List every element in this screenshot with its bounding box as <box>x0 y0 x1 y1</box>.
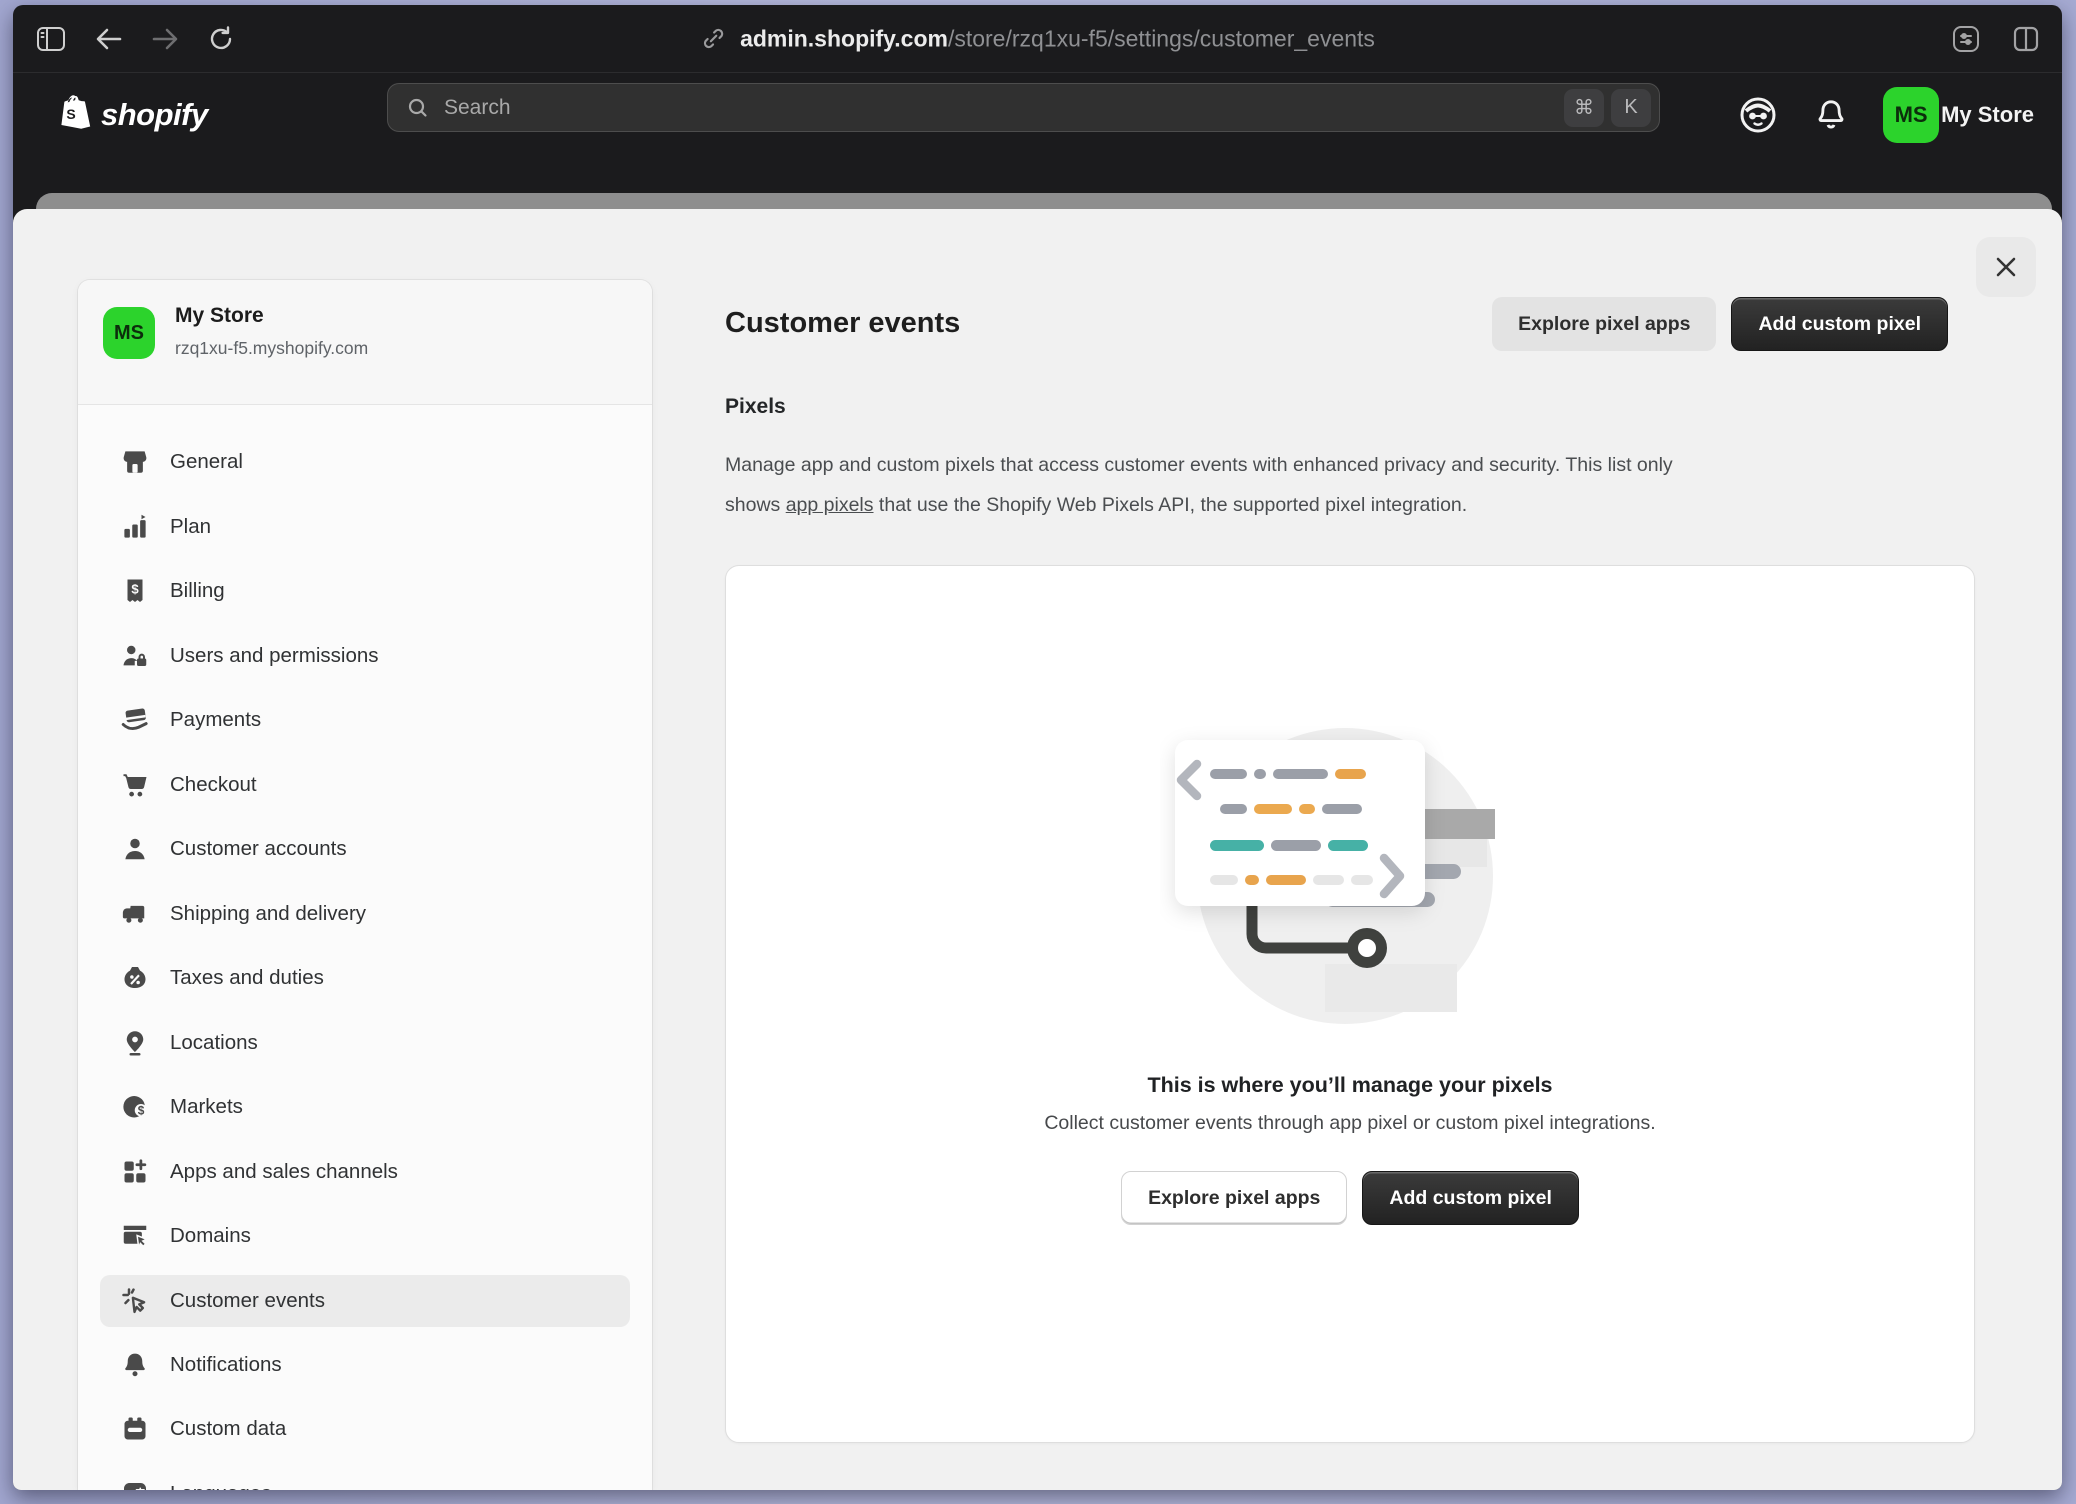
sidebar-item-apps-and-sales-channels[interactable]: Apps and sales channels <box>100 1140 630 1205</box>
explore-pixel-apps-button[interactable]: Explore pixel apps <box>1492 297 1716 351</box>
explore-pixel-apps-button-card[interactable]: Explore pixel apps <box>1121 1171 1347 1225</box>
sidebar-item-shipping-and-delivery[interactable]: Shipping and delivery <box>100 882 630 947</box>
sidebar-item-payments[interactable]: Payments <box>100 688 630 753</box>
store-name: My Store <box>175 304 264 328</box>
language-icon <box>120 1479 150 1490</box>
sidebar-item-customer-accounts[interactable]: Customer accounts <box>100 817 630 882</box>
settings-sidebar: MS My Store rzq1xu-f5.myshopify.com Gene… <box>78 280 652 1490</box>
pixels-description: Manage app and custom pixels that access… <box>725 445 1685 525</box>
store-card: MS My Store rzq1xu-f5.myshopify.com <box>78 280 652 405</box>
search-bar[interactable]: ⌘ K <box>387 83 1660 132</box>
search-icon <box>406 96 430 120</box>
app-pixels-link[interactable]: app pixels <box>786 494 874 516</box>
page-title: Customer events <box>725 307 960 340</box>
sidebar-item-domains[interactable]: Domains <box>100 1204 630 1269</box>
store-icon <box>120 447 150 477</box>
sidebar-item-markets[interactable]: Markets <box>100 1075 630 1140</box>
pointer-icon <box>120 1286 150 1316</box>
sidebar-item-taxes-and-duties[interactable]: Taxes and duties <box>100 946 630 1011</box>
account-avatar: MS <box>1883 87 1939 143</box>
account-name: My Store <box>1941 102 2034 128</box>
reload-icon[interactable] <box>199 17 243 61</box>
sidebar-item-plan[interactable]: Plan <box>100 495 630 560</box>
url-host: admin.shopify.com <box>740 25 948 51</box>
svg-text:S: S <box>66 106 75 122</box>
billing-icon <box>120 576 150 606</box>
pixels-section-title: Pixels <box>725 395 786 419</box>
desktop: admin.shopify.com/store/rzq1xu-f5/settin… <box>0 0 2076 1504</box>
globe-icon <box>120 1092 150 1122</box>
settings-nav: General Plan Billing Users and permissio… <box>78 405 652 1490</box>
domains-icon <box>120 1221 150 1251</box>
sidebar-item-users-and-permissions[interactable]: Users and permissions <box>100 624 630 689</box>
payments-icon <box>120 705 150 735</box>
forward-icon[interactable] <box>143 17 187 61</box>
sidebar-item-locations[interactable]: Locations <box>100 1011 630 1076</box>
empty-state-title: This is where you’ll manage your pixels <box>726 1073 1974 1098</box>
persona-extension-icon[interactable] <box>1737 94 1779 136</box>
back-icon[interactable] <box>87 17 131 61</box>
description-text-2: that use the Shopify Web Pixels API, the… <box>874 494 1468 516</box>
bell-icon <box>120 1350 150 1380</box>
sidebar-item-general[interactable]: General <box>100 430 630 495</box>
browser-toolbar: admin.shopify.com/store/rzq1xu-f5/settin… <box>13 5 2062 73</box>
pin-icon <box>120 1028 150 1058</box>
link-icon <box>700 26 726 52</box>
sidebar-item-billing[interactable]: Billing <box>100 559 630 624</box>
apps-icon <box>120 1157 150 1187</box>
store-domain: rzq1xu-f5.myshopify.com <box>175 338 368 359</box>
truck-icon <box>120 899 150 929</box>
users-icon <box>120 641 150 671</box>
url-path: /store/rzq1xu-f5/settings/customer_event… <box>948 25 1375 51</box>
moneybag-icon <box>120 963 150 993</box>
add-custom-pixel-button-card[interactable]: Add custom pixel <box>1362 1171 1579 1225</box>
browser-settings-icon[interactable] <box>1944 17 1988 61</box>
person-icon <box>120 834 150 864</box>
browser-window: admin.shopify.com/store/rzq1xu-f5/settin… <box>13 5 2062 1490</box>
pixels-empty-state-card: This is where you’ll manage your pixels … <box>725 565 1975 1443</box>
shopify-bag-icon: S <box>57 95 93 135</box>
shopify-header: S shopify ⌘ K MS My Store <box>13 73 2062 157</box>
url-bar[interactable]: admin.shopify.com/store/rzq1xu-f5/settin… <box>700 25 1375 52</box>
plan-icon <box>120 512 150 542</box>
cart-icon <box>120 770 150 800</box>
search-input[interactable] <box>442 95 1557 121</box>
sidebar-item-notifications[interactable]: Notifications <box>100 1333 630 1398</box>
store-avatar: MS <box>103 307 155 359</box>
sidebar-item-languages[interactable]: Languages <box>100 1462 630 1491</box>
sidebar-item-custom-data[interactable]: Custom data <box>100 1397 630 1462</box>
data-icon <box>120 1414 150 1444</box>
add-custom-pixel-button[interactable]: Add custom pixel <box>1731 297 1948 351</box>
sidebar-item-checkout[interactable]: Checkout <box>100 753 630 818</box>
notifications-bell-icon[interactable] <box>1813 96 1849 134</box>
split-view-icon[interactable] <box>2004 17 2048 61</box>
shopify-wordmark: shopify <box>101 97 208 133</box>
account-menu[interactable]: MS My Store <box>1883 87 2034 143</box>
empty-state-subtitle: Collect customer events through app pixe… <box>726 1112 1974 1135</box>
settings-modal: MS My Store rzq1xu-f5.myshopify.com Gene… <box>13 209 2062 1490</box>
cmd-key-badge: ⌘ <box>1564 89 1604 127</box>
sidebar-item-customer-events[interactable]: Customer events <box>100 1275 630 1327</box>
shopify-logo: S shopify <box>57 95 208 135</box>
sidebar-toggle-icon[interactable] <box>29 17 73 61</box>
pixels-illustration <box>1160 716 1540 1046</box>
close-icon[interactable] <box>1976 237 2036 297</box>
k-key-badge: K <box>1611 89 1651 127</box>
